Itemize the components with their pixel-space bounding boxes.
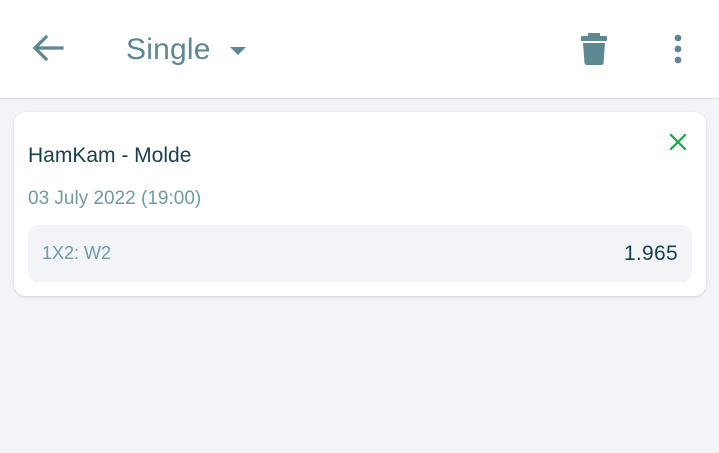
back-button[interactable] bbox=[24, 26, 72, 70]
close-icon bbox=[669, 133, 687, 151]
top-app-bar: Single bbox=[0, 0, 719, 99]
bet-selection: 1X2: W2 1.965 bbox=[28, 225, 692, 282]
market-label: 1X2: W2 bbox=[42, 243, 112, 263]
delete-all-button[interactable] bbox=[572, 26, 616, 72]
caret-down-icon bbox=[229, 47, 246, 55]
more-vertical-icon bbox=[674, 34, 682, 64]
match-date: 03 July 2022 (19:00) bbox=[28, 188, 202, 209]
arrow-left-icon bbox=[32, 34, 64, 62]
more-options-button[interactable] bbox=[660, 26, 696, 72]
odds-value: 1.965 bbox=[623, 242, 678, 265]
remove-bet-button[interactable] bbox=[664, 128, 692, 156]
match-title: HamKam - Molde bbox=[28, 144, 192, 167]
bet-card: HamKam - Molde 03 July 2022 (19:00) 1X2:… bbox=[14, 112, 706, 296]
bet-mode-dropdown[interactable]: Single bbox=[126, 28, 247, 72]
bet-mode-label: Single bbox=[126, 33, 211, 66]
trash-icon bbox=[581, 33, 607, 65]
